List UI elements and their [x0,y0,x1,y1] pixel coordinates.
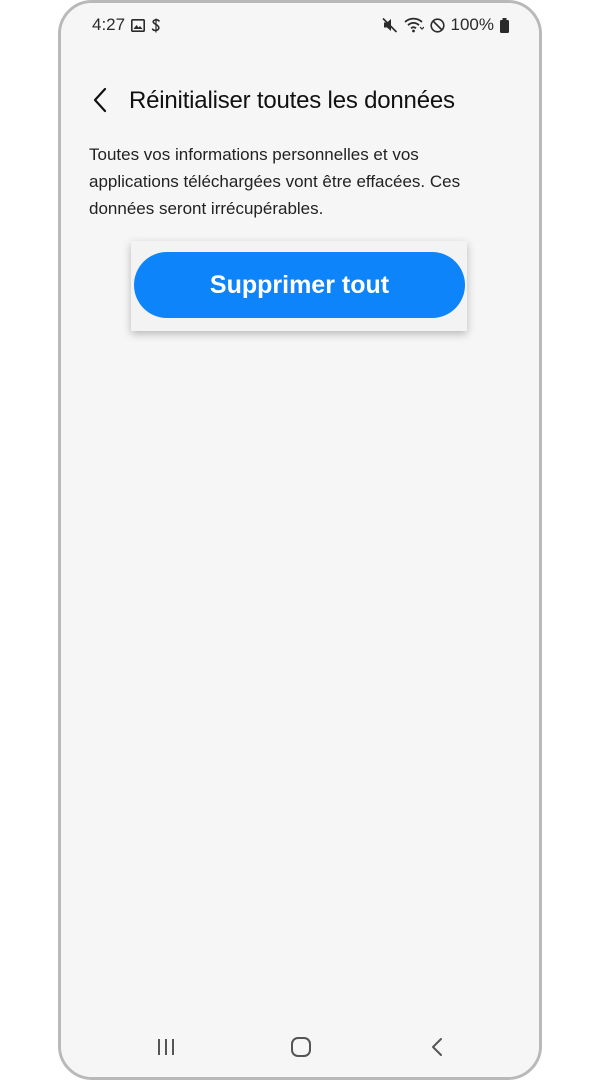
delete-button-container: Supprimer tout [131,241,467,331]
page-header: Réinitialiser toutes les données [61,81,539,125]
battery-level: 100% [450,15,494,34]
description-text: Toutes vos informations personnelles et … [89,145,461,218]
back-button[interactable] [83,85,117,119]
status-right: 100% [381,15,509,35]
home-icon [290,1036,312,1063]
home-button[interactable] [281,1031,321,1067]
battery-icon [500,17,509,33]
status-time: 4:27 [92,15,126,34]
chevron-left-icon [92,87,108,118]
s-icon [151,18,161,33]
status-bar: 4:27 100% [61,3,539,47]
navigation-bar [61,1017,539,1077]
page-title: Réinitialiser toutes les données [129,87,455,114]
wifi-icon [403,17,424,33]
nav-back-button[interactable] [417,1031,457,1067]
recent-apps-button[interactable] [146,1031,186,1067]
gallery-icon [131,18,146,32]
mute-icon [381,17,398,33]
no-disturb-icon [429,17,445,33]
recent-apps-icon [156,1038,176,1061]
back-icon [430,1037,444,1062]
screen: 4:27 100% Réinitialiser toutes les donné… [61,3,539,1077]
delete-all-button[interactable]: Supprimer tout [134,252,465,318]
status-left: 4:27 [92,15,161,35]
